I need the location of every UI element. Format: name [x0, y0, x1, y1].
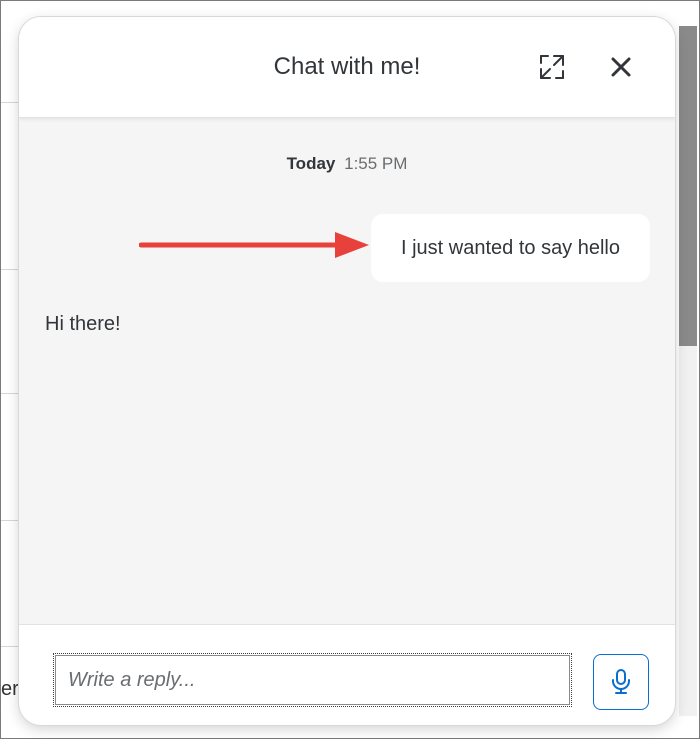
background-divider — [1, 102, 21, 103]
background-divider — [1, 269, 21, 270]
chat-title: Chat with me! — [273, 53, 421, 80]
chat-footer — [19, 624, 675, 725]
outgoing-message-text: I just wanted to say hello — [400, 236, 620, 259]
microphone-button[interactable] — [593, 654, 649, 710]
message-timestamp: Today 1:55 PM — [19, 154, 675, 174]
reply-input[interactable] — [53, 653, 572, 707]
timestamp-day: Today — [286, 154, 336, 173]
incoming-message-text: Hi there! — [45, 313, 121, 335]
background-divider — [1, 520, 21, 521]
background-scrollbar-thumb[interactable] — [679, 26, 697, 346]
microphone-icon — [612, 669, 630, 694]
background-divider — [1, 393, 21, 394]
timestamp-time: 1:55 PM — [344, 154, 408, 173]
expand-button[interactable] — [536, 51, 568, 83]
expand-icon — [540, 55, 564, 79]
outgoing-message-bubble: I just wanted to say hello — [371, 214, 650, 282]
background-divider — [1, 646, 21, 647]
red-arrow-annotation — [139, 232, 369, 258]
chat-window: Chat with me! Today 1:55 PM I just wante… — [19, 17, 675, 725]
close-icon — [611, 57, 631, 77]
chat-header: Chat with me! — [19, 17, 675, 118]
chat-transcript: Today 1:55 PM I just wanted to say hello… — [19, 118, 675, 624]
close-button[interactable] — [605, 51, 637, 83]
